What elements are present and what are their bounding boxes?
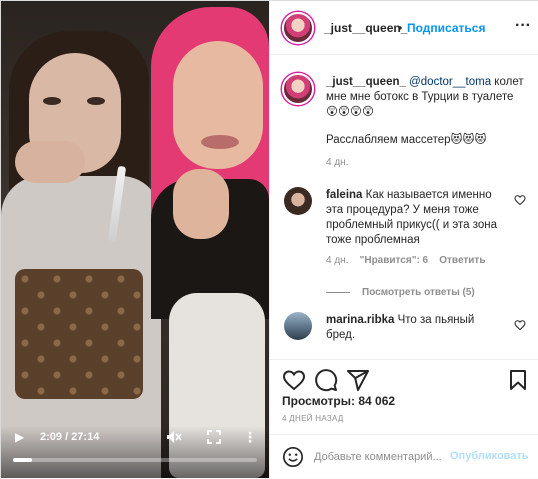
video-player[interactable]: ▶ 2:09 / 27:14 ⋮ bbox=[1, 1, 269, 478]
video-person-right-face bbox=[173, 41, 263, 169]
view-replies-label: Посмотреть ответы (5) bbox=[362, 287, 475, 298]
play-icon[interactable]: ▶ bbox=[15, 430, 29, 444]
video-person-right-hand bbox=[173, 169, 229, 239]
comment-input[interactable] bbox=[314, 448, 444, 466]
comment-text: marina.ribka Что за пьяный бред. bbox=[326, 313, 506, 343]
comment-like-icon[interactable] bbox=[514, 194, 526, 206]
emoji-icon[interactable] bbox=[282, 446, 304, 468]
comment-like-icon[interactable] bbox=[514, 319, 526, 331]
avatar[interactable] bbox=[282, 73, 314, 105]
caption-time[interactable]: 4 дн. bbox=[326, 157, 348, 168]
post-header: _just__queen_ • Подписаться ··· bbox=[270, 1, 538, 55]
video-person-left-eye bbox=[87, 97, 105, 105]
video-person-right-lips bbox=[201, 135, 239, 149]
comment-meta: 4 дн. "Нравится": 6 Ответить bbox=[326, 255, 485, 266]
caption-username[interactable]: _just__queen_ bbox=[326, 76, 406, 88]
video-handbag bbox=[15, 269, 143, 399]
share-icon[interactable] bbox=[346, 368, 370, 392]
follow-button[interactable]: Подписаться bbox=[407, 21, 485, 35]
video-person-left-eye bbox=[43, 97, 61, 105]
video-progress-fill bbox=[13, 458, 33, 462]
comment-reply-button[interactable]: Ответить bbox=[439, 255, 485, 266]
comment-username[interactable]: marina.ribka bbox=[326, 314, 394, 326]
video-progress-bar[interactable] bbox=[13, 458, 257, 462]
comment-icon[interactable] bbox=[314, 368, 338, 392]
avatar[interactable] bbox=[284, 187, 312, 215]
video-time: 2:09 / 27:14 bbox=[40, 431, 100, 443]
view-replies-button[interactable]: Посмотреть ответы (5) bbox=[326, 287, 475, 298]
header-separator: • bbox=[398, 21, 403, 35]
comment-time[interactable]: 4 дн. bbox=[326, 255, 348, 266]
caption-text: _just__queen_ @doctor__toma колет мне мн… bbox=[326, 75, 526, 120]
instagram-post: ▶ 2:09 / 27:14 ⋮ _just__queen_ • Подписа… bbox=[0, 0, 538, 478]
caption-mention[interactable]: @doctor__toma bbox=[409, 76, 491, 88]
comments-list[interactable]: _just__queen_ @doctor__toma колет мне мн… bbox=[270, 56, 538, 359]
view-replies-line bbox=[326, 291, 350, 293]
bookmark-icon[interactable] bbox=[506, 368, 530, 392]
fullscreen-icon[interactable] bbox=[205, 428, 223, 446]
view-count[interactable]: Просмотры: 84 062 bbox=[282, 394, 395, 408]
caption-text-2: Расслабляем массетер😻😻😻 bbox=[326, 134, 487, 146]
more-icon[interactable]: ⋮ bbox=[241, 428, 259, 446]
heart-icon[interactable] bbox=[282, 368, 306, 392]
publish-button[interactable]: Опубликовать bbox=[450, 450, 529, 462]
comment-text: faleina Как называется именно эта процед… bbox=[326, 188, 506, 248]
post-actions: Просмотры: 84 062 4 ДНЕЙ НАЗАД Опубликов… bbox=[270, 359, 538, 471]
comment-likes[interactable]: "Нравится": 6 bbox=[360, 255, 429, 266]
comment-username[interactable]: faleina bbox=[326, 189, 362, 201]
avatar[interactable] bbox=[284, 312, 312, 340]
add-comment-bar: Опубликовать bbox=[270, 434, 538, 479]
post-date[interactable]: 4 ДНЕЙ НАЗАД bbox=[282, 414, 344, 423]
video-person-left-hand bbox=[15, 141, 85, 183]
header-username[interactable]: _just__queen_ bbox=[324, 21, 407, 35]
mute-icon[interactable] bbox=[165, 428, 183, 446]
more-options-icon[interactable]: ··· bbox=[514, 15, 532, 37]
post-panel: _just__queen_ • Подписаться ··· _just__q… bbox=[269, 1, 538, 478]
avatar[interactable] bbox=[282, 12, 314, 44]
